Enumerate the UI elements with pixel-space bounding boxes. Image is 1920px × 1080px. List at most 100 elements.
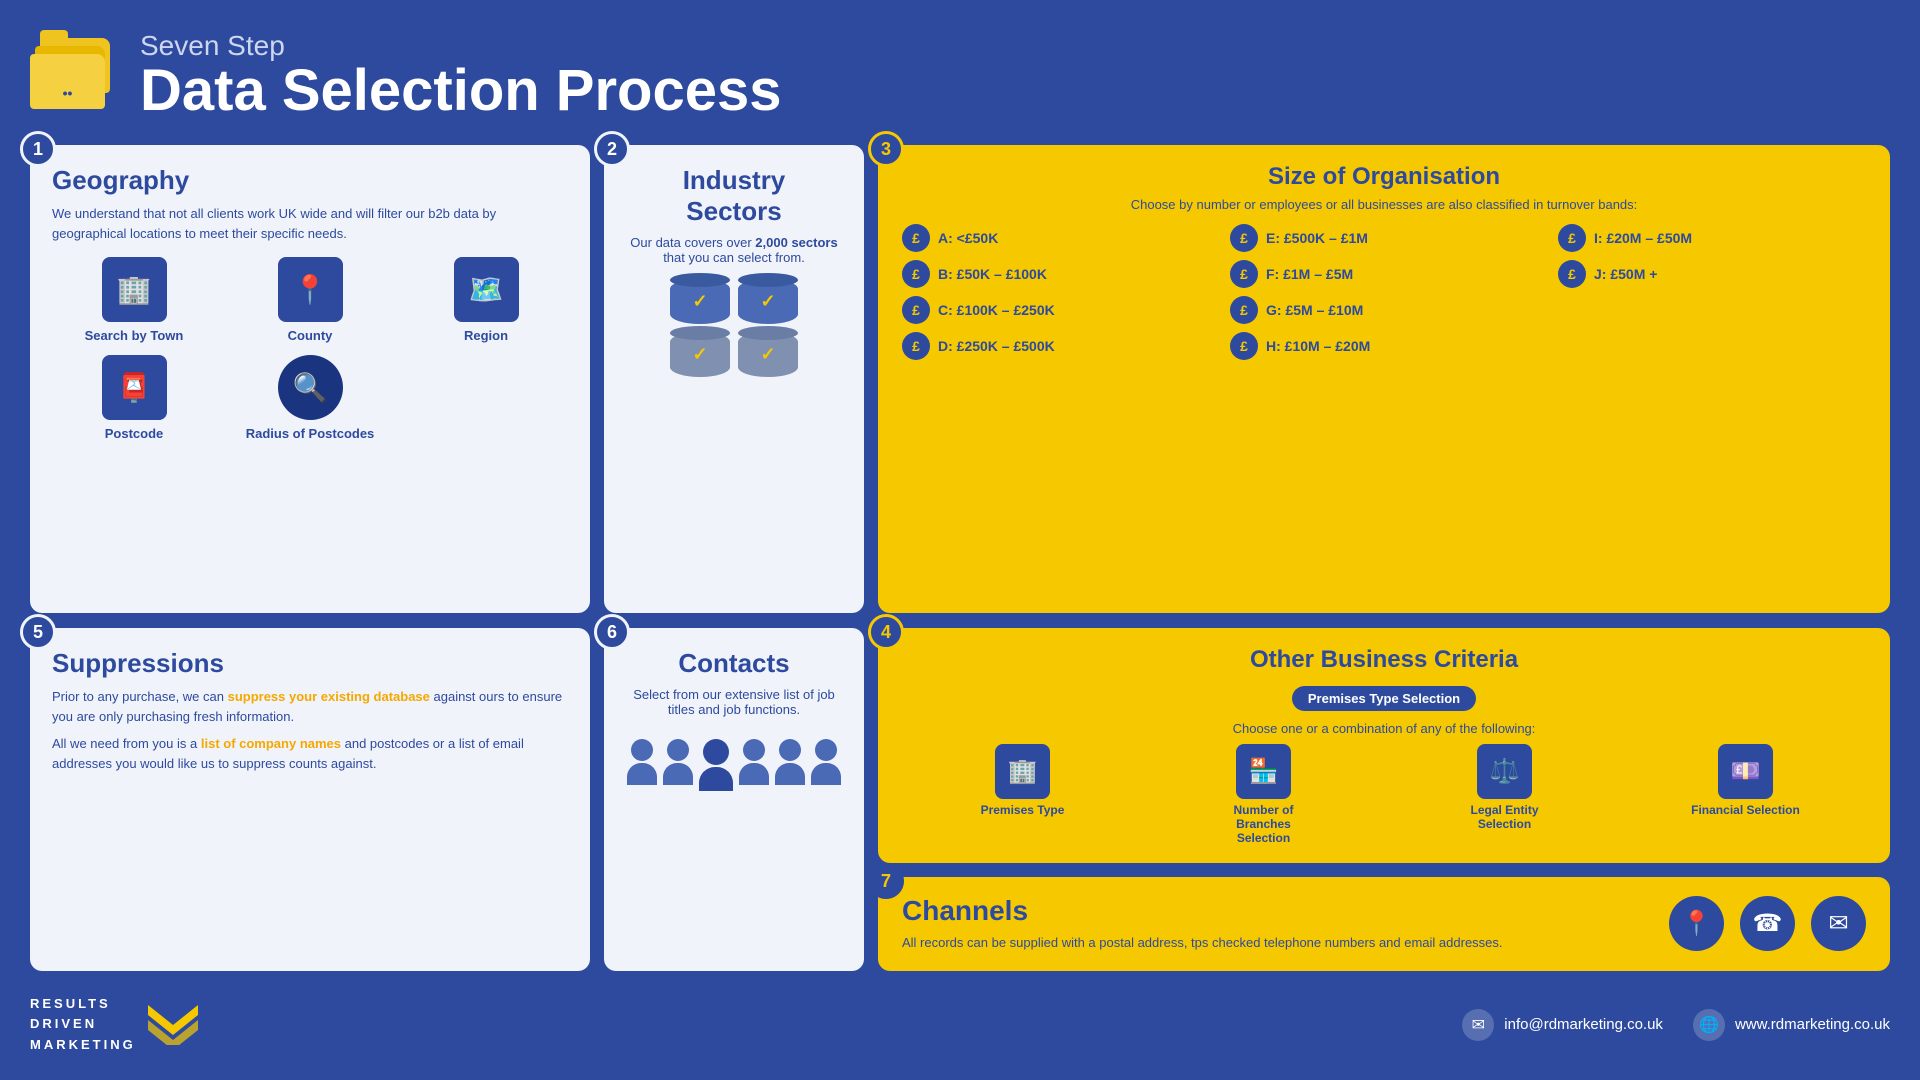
other-title: Other Business Criteria [902,646,1866,674]
other-subtitle: Choose one or a combination of any of th… [902,721,1866,736]
person-body-6 [811,763,841,785]
person-body-1 [627,763,657,785]
suppressions-title: Suppressions [52,648,568,679]
postcode-label: Postcode [105,426,164,441]
premises-label: Premises Type [981,803,1065,817]
postcode-icon: 📮 [102,355,167,420]
pound-a: £ [902,224,930,252]
geography-body: We understand that not all clients work … [52,204,568,243]
cylinder-2 [738,279,798,324]
criteria-branches: 🏪 Number of Branches Selection [1209,744,1319,845]
pound-b: £ [902,260,930,288]
person-2 [663,739,693,791]
pound-j: £ [1558,260,1586,288]
criteria-financial: 💷 Financial Selection [1691,744,1801,817]
header: Seven Step Data Selection Process [30,20,1890,130]
legal-label: Legal Entity Selection [1450,803,1560,831]
person-4 [739,739,769,791]
county-label: County [288,328,333,343]
size-grid: £ A: <£50K £ E: £500K – £1M £ I: £20M – … [902,224,1866,360]
footer-logo: RESULTSDRIVENMARKETING [30,994,198,1056]
person-3 [699,739,733,791]
region-icon: 🗺️ [454,257,519,322]
channels-icons: 📍 ☎ ✉ [1669,896,1866,951]
footer-website: 🌐 www.rdmarketing.co.uk [1693,1009,1890,1041]
radius-icon: 🔍 [278,355,343,420]
size-e: £ E: £500K – £1M [1230,224,1538,252]
pound-f: £ [1230,260,1258,288]
geo-radius: 🔍 Radius of Postcodes [228,355,392,441]
premises-icon: 🏢 [995,744,1050,799]
contacts-card: 6 Contacts Select from our extensive lis… [604,628,864,971]
footer-contact: ✉ info@rdmarketing.co.uk 🌐 www.rdmarketi… [1462,1009,1890,1041]
size-label-d: D: £250K – £500K [938,338,1055,354]
size-a: £ A: <£50K [902,224,1210,252]
person-head-1 [631,739,653,761]
size-j: £ J: £50M + [1558,260,1866,288]
size-label-f: F: £1M – £5M [1266,266,1353,282]
channel-phone-icon: ☎ [1740,896,1795,951]
size-label-i: I: £20M – £50M [1594,230,1692,246]
size-c: £ C: £100K – £250K [902,296,1210,324]
premises-badge: Premises Type Selection [1292,686,1476,711]
size-title: Size of Organisation [902,163,1866,191]
geography-title: Geography [52,165,568,196]
website-text: www.rdmarketing.co.uk [1735,1016,1890,1033]
header-text: Seven Step Data Selection Process [140,30,782,120]
size-d: £ D: £250K – £500K [902,332,1210,360]
size-label-b: B: £50K – £100K [938,266,1047,282]
size-i: £ I: £20M – £50M [1558,224,1866,252]
person-body-3 [699,767,733,791]
database-icons [670,279,798,377]
branches-icon: 🏪 [1236,744,1291,799]
pound-h: £ [1230,332,1258,360]
channel-location-icon: 📍 [1669,896,1724,951]
size-g: £ G: £5M – £10M [1230,296,1538,324]
suppressions-body1: Prior to any purchase, we can suppress y… [52,687,568,726]
person-6 [811,739,841,791]
size-label-j: J: £50M + [1594,266,1657,282]
channel-email-icon: ✉ [1811,896,1866,951]
size-subtitle: Choose by number or employees or all bus… [902,197,1866,212]
geo-postcode: 📮 Postcode [52,355,216,441]
db-icon-3 [670,332,730,377]
industry-card: 2 IndustrySectors Our data covers over 2… [604,145,864,613]
step-4-badge: 4 [868,614,904,650]
cylinder-3 [670,332,730,377]
size-label-e: E: £500K – £1M [1266,230,1368,246]
person-body-2 [663,763,693,785]
person-1 [627,739,657,791]
step-2-badge: 2 [594,131,630,167]
size-f: £ F: £1M – £5M [1230,260,1538,288]
suppressions-card: 5 Suppressions Prior to any purchase, we… [30,628,590,971]
radius-label: Radius of Postcodes [246,426,375,441]
logo-text: RESULTSDRIVENMARKETING [30,994,136,1056]
town-label: Search by Town [85,328,184,343]
size-h: £ H: £10M – £20M [1230,332,1538,360]
person-head-6 [815,739,837,761]
globe-icon: 🌐 [1693,1009,1725,1041]
other-criteria-card: 4 Other Business Criteria Premises Type … [878,628,1890,863]
channels-text: Channels All records can be supplied wit… [902,895,1659,953]
step-7-badge: 7 [868,863,904,899]
logo-chevron-icon [148,1005,198,1045]
county-icon: 📍 [278,257,343,322]
size-label-c: C: £100K – £250K [938,302,1055,318]
industry-subtitle: Our data covers over 2,000 sectors that … [626,235,842,265]
db-icon-4 [738,332,798,377]
company-names-highlight: list of company names [201,736,341,751]
person-5 [775,739,805,791]
person-icons [627,739,841,791]
step-6-badge: 6 [594,614,630,650]
person-head-3 [703,739,729,765]
step-1-badge: 1 [20,131,56,167]
folder-icon [30,38,120,113]
geo-search-by-town: 🏢 Search by Town [52,257,216,343]
pound-c: £ [902,296,930,324]
geography-card: 1 Geography We understand that not all c… [30,145,590,613]
step-5-badge: 5 [20,614,56,650]
financial-label: Financial Selection [1691,803,1800,817]
channels-title: Channels [902,895,1659,927]
channels-body: All records can be supplied with a posta… [902,933,1659,953]
financial-icon: 💷 [1718,744,1773,799]
